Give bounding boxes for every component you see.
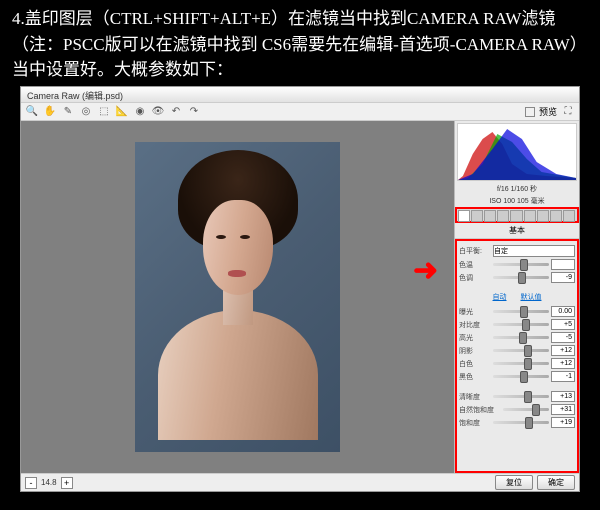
whites-value[interactable]: +12: [551, 358, 575, 369]
exposure-value[interactable]: 0.00: [551, 306, 575, 317]
camera-raw-window: Camera Raw (编辑.psd) 🔍 ✋ ✎ ◎ ⬚ 📐 ◉ 👁 ↶ ↷ …: [20, 86, 580, 492]
fullscreen-icon[interactable]: ⛶: [561, 105, 575, 119]
highlights-slider[interactable]: [493, 336, 549, 339]
whites-slider[interactable]: [493, 362, 549, 365]
contrast-value[interactable]: +5: [551, 319, 575, 330]
wb-select[interactable]: 自定: [493, 245, 575, 257]
shadows-slider[interactable]: [493, 349, 549, 352]
tab-hsl[interactable]: [497, 210, 509, 222]
window-titlebar: Camera Raw (编辑.psd): [21, 87, 579, 103]
tab-lens[interactable]: [524, 210, 536, 222]
shadows-value[interactable]: +12: [551, 345, 575, 356]
sampler-icon[interactable]: ◎: [79, 105, 93, 119]
blacks-value[interactable]: -1: [551, 371, 575, 382]
exposure-label: 曝光: [459, 307, 491, 317]
image-canvas[interactable]: [21, 121, 454, 473]
instruction-text: 4.盖印图层（CTRL+SHIFT+ALT+E）在滤镜当中找到CAMERA RA…: [0, 0, 600, 93]
clarity-slider[interactable]: [493, 395, 549, 398]
tab-curve[interactable]: [471, 210, 483, 222]
toolbar: 🔍 ✋ ✎ ◎ ⬚ 📐 ◉ 👁 ↶ ↷ 预览 ⛶: [21, 103, 579, 121]
saturation-slider[interactable]: [493, 421, 549, 424]
zoom-out-button[interactable]: -: [25, 477, 37, 489]
adjustments-panel: f/16 1/160 秒 ISO 100 105 毫米 基本 白平衡: 自定: [454, 121, 579, 473]
spot-icon[interactable]: ◉: [133, 105, 147, 119]
tab-calib[interactable]: [550, 210, 562, 222]
vibrance-label: 自然饱和度: [459, 405, 501, 415]
wb-label: 白平衡:: [459, 246, 491, 256]
tint-value[interactable]: -9: [551, 272, 575, 283]
straighten-icon[interactable]: 📐: [115, 105, 129, 119]
highlights-label: 高光: [459, 333, 491, 343]
iso-info: ISO 100 105 毫米: [455, 195, 579, 207]
tab-preset[interactable]: [563, 210, 575, 222]
vibrance-slider[interactable]: [503, 408, 549, 411]
tab-fx[interactable]: [537, 210, 549, 222]
contrast-slider[interactable]: [493, 323, 549, 326]
blacks-slider[interactable]: [493, 375, 549, 378]
saturation-value[interactable]: +19: [551, 417, 575, 428]
zoom-in-button[interactable]: +: [61, 477, 73, 489]
whites-label: 白色: [459, 359, 491, 369]
temp-label: 色温: [459, 260, 491, 270]
contrast-label: 对比度: [459, 320, 491, 330]
crop-icon[interactable]: ⬚: [97, 105, 111, 119]
blacks-label: 黑色: [459, 372, 491, 382]
clarity-label: 清晰度: [459, 392, 491, 402]
histogram[interactable]: [457, 123, 577, 181]
shadows-label: 阴影: [459, 346, 491, 356]
status-bar: - 14.8 + 复位 确定: [21, 473, 579, 491]
default-link[interactable]: 默认值: [520, 294, 541, 301]
eyedropper-icon[interactable]: ✎: [61, 105, 75, 119]
tab-detail[interactable]: [484, 210, 496, 222]
ok-button[interactable]: 确定: [537, 475, 575, 490]
reset-button[interactable]: 复位: [495, 475, 533, 490]
tint-label: 色调: [459, 273, 491, 283]
exposure-slider[interactable]: [493, 310, 549, 313]
zoom-tool-icon[interactable]: 🔍: [25, 105, 39, 119]
exposure-info: f/16 1/160 秒: [455, 183, 579, 195]
panel-title: 基本: [455, 223, 579, 239]
panel-tabs: [455, 207, 579, 223]
tab-split[interactable]: [510, 210, 522, 222]
clarity-value[interactable]: +13: [551, 391, 575, 402]
tint-slider[interactable]: [493, 276, 549, 279]
rotate-ccw-icon[interactable]: ↶: [169, 105, 183, 119]
callout-arrow: ➜: [413, 253, 438, 288]
rotate-cw-icon[interactable]: ↷: [187, 105, 201, 119]
auto-link[interactable]: 自动: [493, 294, 507, 301]
vibrance-value[interactable]: +31: [551, 404, 575, 415]
hand-tool-icon[interactable]: ✋: [43, 105, 57, 119]
temp-slider[interactable]: [493, 263, 549, 266]
zoom-value[interactable]: 14.8: [41, 478, 57, 487]
highlights-value[interactable]: -5: [551, 332, 575, 343]
saturation-label: 饱和度: [459, 418, 491, 428]
preview-label: 预览: [539, 105, 557, 118]
preview-image: [135, 142, 340, 452]
preview-checkbox[interactable]: [525, 107, 535, 117]
tab-basic[interactable]: [458, 210, 470, 222]
redeye-icon[interactable]: 👁: [151, 105, 165, 119]
temp-value[interactable]: [551, 259, 575, 270]
basic-panel-content: 白平衡: 自定 色温 色调 -9 自动 默认值: [455, 239, 579, 473]
